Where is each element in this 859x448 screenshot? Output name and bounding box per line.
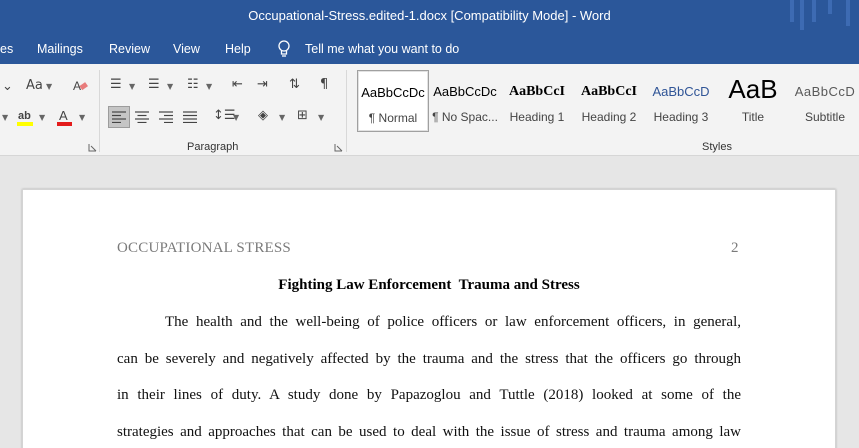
style-name: Subtitle (804, 110, 846, 124)
decrease-indent-icon[interactable]: ⇤ (232, 78, 243, 91)
change-case-button[interactable]: Aa (26, 79, 43, 92)
align-left-icon[interactable] (112, 111, 126, 123)
clear-formatting-icon[interactable]: A (72, 78, 88, 94)
titlebar-decoration (812, 0, 816, 22)
tab-view[interactable]: View (173, 42, 200, 56)
style-sample: AaBbCcDc (361, 85, 425, 100)
tab-help[interactable]: Help (225, 42, 251, 56)
titlebar-decoration (800, 0, 804, 30)
page-number: 2 (731, 240, 739, 256)
increase-indent-icon[interactable]: ⇥ (257, 78, 268, 91)
borders-icon[interactable]: ⊞ (297, 109, 308, 122)
group-separator (99, 70, 100, 152)
style-heading-2[interactable]: AaBbCcI Heading 2 (573, 70, 645, 132)
numbering-icon[interactable]: ☰ (148, 78, 160, 91)
style-sample: AaBbCcI (508, 84, 565, 99)
style-sample: AaBbCcD (794, 84, 856, 99)
style-heading-1[interactable]: AaBbCcI Heading 1 (501, 70, 573, 132)
style-name: Heading 2 (581, 110, 637, 124)
style-name: Title (741, 110, 765, 124)
chevron-down-icon[interactable]: ▼ (2, 114, 8, 122)
titlebar-decoration (846, 0, 850, 26)
ribbon: ⌄ Aa ▼ A ▼ ab ▼ A ▼ ☰ ▼ ☰ ▼ ☷ ▼ ⇤ ⇥ ⇅ ¶ … (0, 64, 859, 156)
show-formatting-marks-icon[interactable]: ¶ (320, 78, 328, 91)
justify-icon[interactable] (183, 111, 197, 123)
style-normal[interactable]: AaBbCcDc ¶ Normal (357, 70, 429, 132)
document-title: Fighting Law Enforcement Trauma and Stre… (278, 277, 580, 293)
style-sample: AaBbCcDc (433, 84, 497, 99)
tell-me-search[interactable]: Tell me what you want to do (305, 42, 459, 56)
align-right-icon[interactable] (159, 111, 173, 123)
font-color-icon[interactable]: A (56, 108, 74, 128)
titlebar-decoration (790, 0, 794, 22)
chevron-down-icon[interactable]: ▼ (233, 114, 239, 122)
chevron-down-icon[interactable]: ▼ (206, 83, 212, 91)
chevron-down-icon[interactable]: ▼ (129, 83, 135, 91)
paragraph-line: can be severely and negatively affected … (117, 351, 741, 367)
style-sample: AaB (728, 74, 778, 104)
paragraph-line: in their lines of duty. A study done by … (117, 387, 741, 403)
lightbulb-icon[interactable] (277, 40, 291, 58)
style-subtitle[interactable]: AaBbCcD Subtitle (789, 70, 859, 132)
style-no-spacing[interactable]: AaBbCcDc ¶ No Spac... (429, 70, 501, 132)
style-name: ¶ No Spac... (432, 110, 498, 124)
chevron-down-icon[interactable]: ▼ (46, 83, 52, 91)
titlebar-decoration (828, 0, 832, 14)
title-bar: Occupational-Stress.edited-1.docx [Compa… (0, 0, 859, 34)
svg-text:ab: ab (18, 110, 31, 122)
shading-icon[interactable]: ◈ (258, 109, 268, 122)
ribbon-tabs: es Mailings Review View Help Tell me wha… (0, 34, 859, 64)
tab-review[interactable]: Review (109, 42, 150, 56)
window-title: Occupational-Stress.edited-1.docx [Compa… (248, 8, 611, 23)
style-name: ¶ Normal (368, 111, 418, 125)
style-name: Heading 1 (509, 110, 565, 124)
paragraph-group-label: Paragraph (187, 141, 239, 153)
style-sample: AaBbCcI (580, 84, 637, 99)
bullets-icon[interactable]: ☰ (110, 78, 122, 91)
paragraph-dialog-launcher-icon[interactable] (334, 143, 343, 152)
styles-group-label: Styles (702, 141, 732, 153)
style-name: Heading 3 (653, 110, 709, 124)
tab-mailings[interactable]: Mailings (37, 42, 83, 56)
style-heading-3[interactable]: AaBbCcD Heading 3 (645, 70, 717, 132)
group-separator (346, 70, 347, 152)
chevron-down-icon[interactable]: ▼ (318, 114, 324, 122)
highlight-color-icon[interactable]: ab (16, 108, 36, 128)
chevron-down-icon[interactable]: ▼ (39, 114, 45, 122)
svg-text:A: A (59, 108, 68, 123)
multilevel-list-icon[interactable]: ☷ (187, 78, 199, 91)
chevron-down-icon[interactable]: ▼ (167, 83, 173, 91)
style-title[interactable]: AaB Title (717, 70, 789, 132)
tab-references[interactable]: es (0, 42, 13, 56)
font-dialog-launcher-icon[interactable] (88, 143, 97, 152)
paragraph-line: The health and the well-being of police … (165, 314, 741, 330)
paragraph-line: strategies and approaches that can be us… (117, 424, 741, 440)
sort-icon[interactable]: ⇅ (289, 78, 300, 91)
style-sample: AaBbCcD (652, 84, 710, 99)
font-size-arrow-icon[interactable]: ⌄ (2, 80, 13, 93)
align-center-icon[interactable] (135, 111, 149, 123)
chevron-down-icon[interactable]: ▼ (279, 114, 285, 122)
running-head: OCCUPATIONAL STRESS (117, 240, 291, 256)
chevron-down-icon[interactable]: ▼ (79, 114, 85, 122)
